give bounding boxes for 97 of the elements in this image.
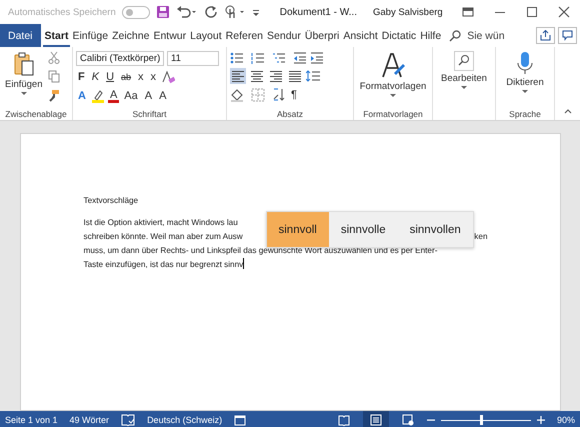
zoom-thumb[interactable] [480,415,484,425]
format-button[interactable]: A [76,88,88,104]
search-icon [454,51,474,71]
format-button[interactable]: U [104,69,116,85]
ribbon-tab[interactable]: Einfüge [70,24,110,47]
decrease-indent-icon[interactable] [293,51,307,65]
group-label: Formatvorlagen [362,108,424,120]
view-button[interactable] [362,411,389,427]
user-name[interactable]: Gaby Salvisberg [372,6,443,18]
cut-icon[interactable] [48,51,60,64]
zoom-level[interactable]: 90% [556,415,575,425]
paragraph-line: Ist die Option aktiviert, macht Windows lau [84,217,238,229]
microphone-icon [516,51,534,75]
ribbon-options-icon[interactable] [462,6,474,18]
dropdown-icon [460,86,467,90]
sort-icon[interactable] [272,88,286,102]
highlighter-icon[interactable] [90,89,105,103]
autosave-toggle[interactable] [122,6,150,18]
dropdown-icon [522,90,528,94]
proofing-icon[interactable] [121,414,136,426]
window-title: Dokument1 - W... [280,6,357,18]
font-size-field[interactable]: 11 [167,51,219,66]
page-icon [370,414,382,426]
ribbon-tab[interactable]: Dictatic [380,24,418,47]
styles-button[interactable]: Formatvorlagen [358,49,428,108]
align-button[interactable] [287,68,303,84]
redo-icon[interactable] [204,5,218,19]
format-painter-icon[interactable] [48,89,60,102]
suggestion-item[interactable]: sinnvoll [266,212,329,247]
comments-button[interactable] [558,27,577,44]
format-button[interactable]: F [76,69,87,85]
autosave-label: Automatisches Speichern [8,6,116,18]
tell-me-field[interactable]: Sie wün [467,30,510,42]
group-label: Absatz [276,108,304,120]
dictate-button[interactable]: Diktieren [504,49,546,108]
dropdown-icon [390,94,396,98]
ribbon-tab[interactable]: Überpri [302,24,342,47]
format-button[interactable]: Aa [122,88,140,104]
format-button[interactable]: A [108,90,120,102]
file-tab[interactable]: Datei [0,24,41,47]
ribbon-tab[interactable]: Hilfe [418,24,444,47]
share-button[interactable] [536,27,555,44]
paragraph-line: Taste einzufügen, ist das nur begrenzt sinnv [84,259,244,271]
text-cursor [243,258,244,269]
ribbon-tab[interactable]: Sendur [265,24,303,47]
group-label: Schriftart [131,108,168,120]
language[interactable]: Deutsch (Schweiz) [147,415,222,425]
clipboard-icon [12,51,35,77]
zoom-slider[interactable] [440,415,531,425]
group-label: Sprache [508,108,542,120]
close-icon[interactable] [558,6,570,18]
maximize-icon[interactable] [526,6,538,18]
clear-formatting-icon[interactable] [161,70,176,84]
zoom-in-icon[interactable] [536,416,545,424]
word-count[interactable]: 49 Wörter [70,415,110,425]
ribbon-tab[interactable]: Zeichne [110,24,152,47]
web-page-icon [402,414,414,426]
format-button[interactable]: ab [119,69,134,85]
align-button[interactable] [249,68,265,84]
increase-indent-icon[interactable] [310,51,324,65]
ribbon-tab[interactable]: Entwur [151,24,188,47]
align-button[interactable] [230,68,246,84]
undo-icon[interactable] [176,5,198,19]
comment-icon [562,30,573,41]
align-icon [231,69,245,83]
format-button[interactable]: x [148,69,158,85]
share-icon [540,30,551,41]
paste-button[interactable]: Einfügen [3,49,45,108]
dropdown-icon [20,92,27,96]
document-heading: Textvorschläge [84,195,138,207]
copy-icon[interactable] [48,70,60,83]
ribbon-tab[interactable]: Ansicht [341,24,380,47]
format-button[interactable]: x [136,69,146,85]
format-button[interactable]: K [90,69,102,85]
ribbon-tab[interactable]: Start [42,24,70,47]
suggestion-item[interactable]: sinnvolle [328,212,398,247]
ribbon-tab[interactable]: Layout [188,24,224,47]
align-button[interactable] [268,68,284,84]
align-icon [288,69,302,83]
paragraph-line: schreiben könnte. Weil man aber zum Ausw [84,231,243,243]
collapse-ribbon-icon[interactable] [564,109,572,114]
format-button[interactable]: A [157,88,168,104]
save-icon[interactable] [156,5,170,19]
styles-icon [380,51,406,79]
search-icon[interactable] [449,30,462,42]
page-count[interactable]: Seite 1 von 1 [5,415,58,425]
format-button[interactable]: A [142,88,154,104]
align-icon [269,69,283,83]
group-label: Zwischenablage [4,108,68,120]
show-formatting-button[interactable]: ¶ [289,87,299,103]
font-name-field[interactable]: Calibri (Textkörper) [76,51,164,66]
paragraph-line: ken [474,231,488,243]
book-icon [338,414,350,426]
ribbon-tab[interactable]: Referen [224,24,266,47]
suggestion-item[interactable]: sinnvollen [398,212,473,247]
editing-button[interactable]: Bearbeiten [439,49,489,108]
align-icon [250,69,264,83]
